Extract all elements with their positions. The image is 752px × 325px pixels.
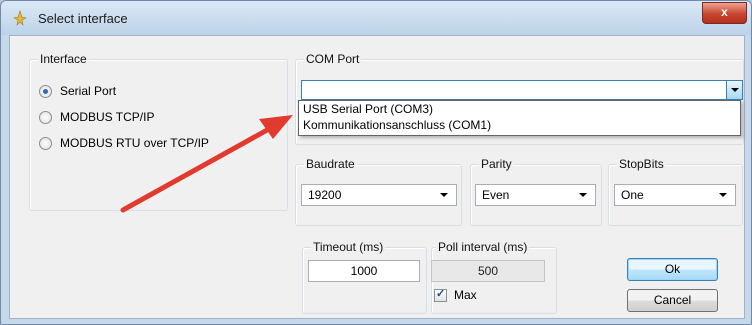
title-bar[interactable]: Select interface x — [1, 1, 751, 35]
close-button[interactable]: x — [702, 2, 747, 24]
app-icon — [13, 10, 27, 26]
chevron-down-icon — [719, 193, 727, 197]
poll-interval-label: Poll interval (ms) — [436, 240, 530, 254]
baudrate-select[interactable]: 19200 — [301, 184, 457, 206]
cancel-button[interactable]: Cancel — [627, 289, 718, 312]
radio-serial-port[interactable]: Serial Port — [39, 82, 116, 100]
max-label: Max — [454, 288, 477, 302]
stopbits-value: One — [621, 188, 644, 202]
poll-interval-input[interactable]: 500 — [431, 260, 545, 282]
radio-button-icon — [39, 136, 52, 150]
com-port-select[interactable] — [301, 80, 743, 100]
chevron-down-icon[interactable] — [726, 81, 742, 99]
radio-label: Serial Port — [60, 84, 117, 98]
dialog-client: Interface Serial Port MODBUS TCP/IP MODB… — [9, 35, 745, 319]
com-port-dropdown-list: USB Serial Port (COM3) Kommunikationsans… — [298, 100, 741, 136]
stopbits-label: StopBits — [617, 157, 666, 171]
radio-modbus-rtu-tcp[interactable]: MODBUS RTU over TCP/IP — [39, 134, 209, 152]
baudrate-label: Baudrate — [304, 157, 357, 171]
window-title: Select interface — [38, 11, 128, 26]
parity-label: Parity — [479, 157, 514, 171]
radio-modbus-tcp[interactable]: MODBUS TCP/IP — [39, 108, 154, 126]
com-port-label: COM Port — [304, 52, 362, 66]
parity-value: Even — [482, 188, 510, 202]
radio-label: MODBUS TCP/IP — [60, 110, 155, 124]
timeout-input[interactable]: 1000 — [308, 260, 420, 282]
radio-button-icon — [39, 110, 52, 124]
interface-group: Interface Serial Port MODBUS TCP/IP MODB… — [29, 52, 288, 211]
max-checkbox[interactable] — [434, 287, 447, 302]
stopbits-select[interactable]: One — [614, 184, 736, 206]
ok-button[interactable]: Ok — [627, 258, 718, 281]
parity-select[interactable]: Even — [475, 184, 596, 206]
chevron-down-icon — [440, 193, 448, 197]
close-icon: x — [721, 5, 728, 19]
timeout-label: Timeout (ms) — [311, 240, 386, 254]
radio-button-icon — [39, 84, 52, 98]
dropdown-option-com3[interactable]: USB Serial Port (COM3) — [301, 101, 435, 117]
dropdown-option-com1[interactable]: Kommunikationsanschluss (COM1) — [301, 117, 493, 133]
baudrate-value: 19200 — [308, 188, 342, 202]
dialog-window: Select interface x Interface Serial Port… — [0, 0, 752, 325]
radio-label: MODBUS RTU over TCP/IP — [60, 136, 209, 150]
chevron-down-icon — [579, 193, 587, 197]
interface-group-label: Interface — [38, 52, 89, 66]
